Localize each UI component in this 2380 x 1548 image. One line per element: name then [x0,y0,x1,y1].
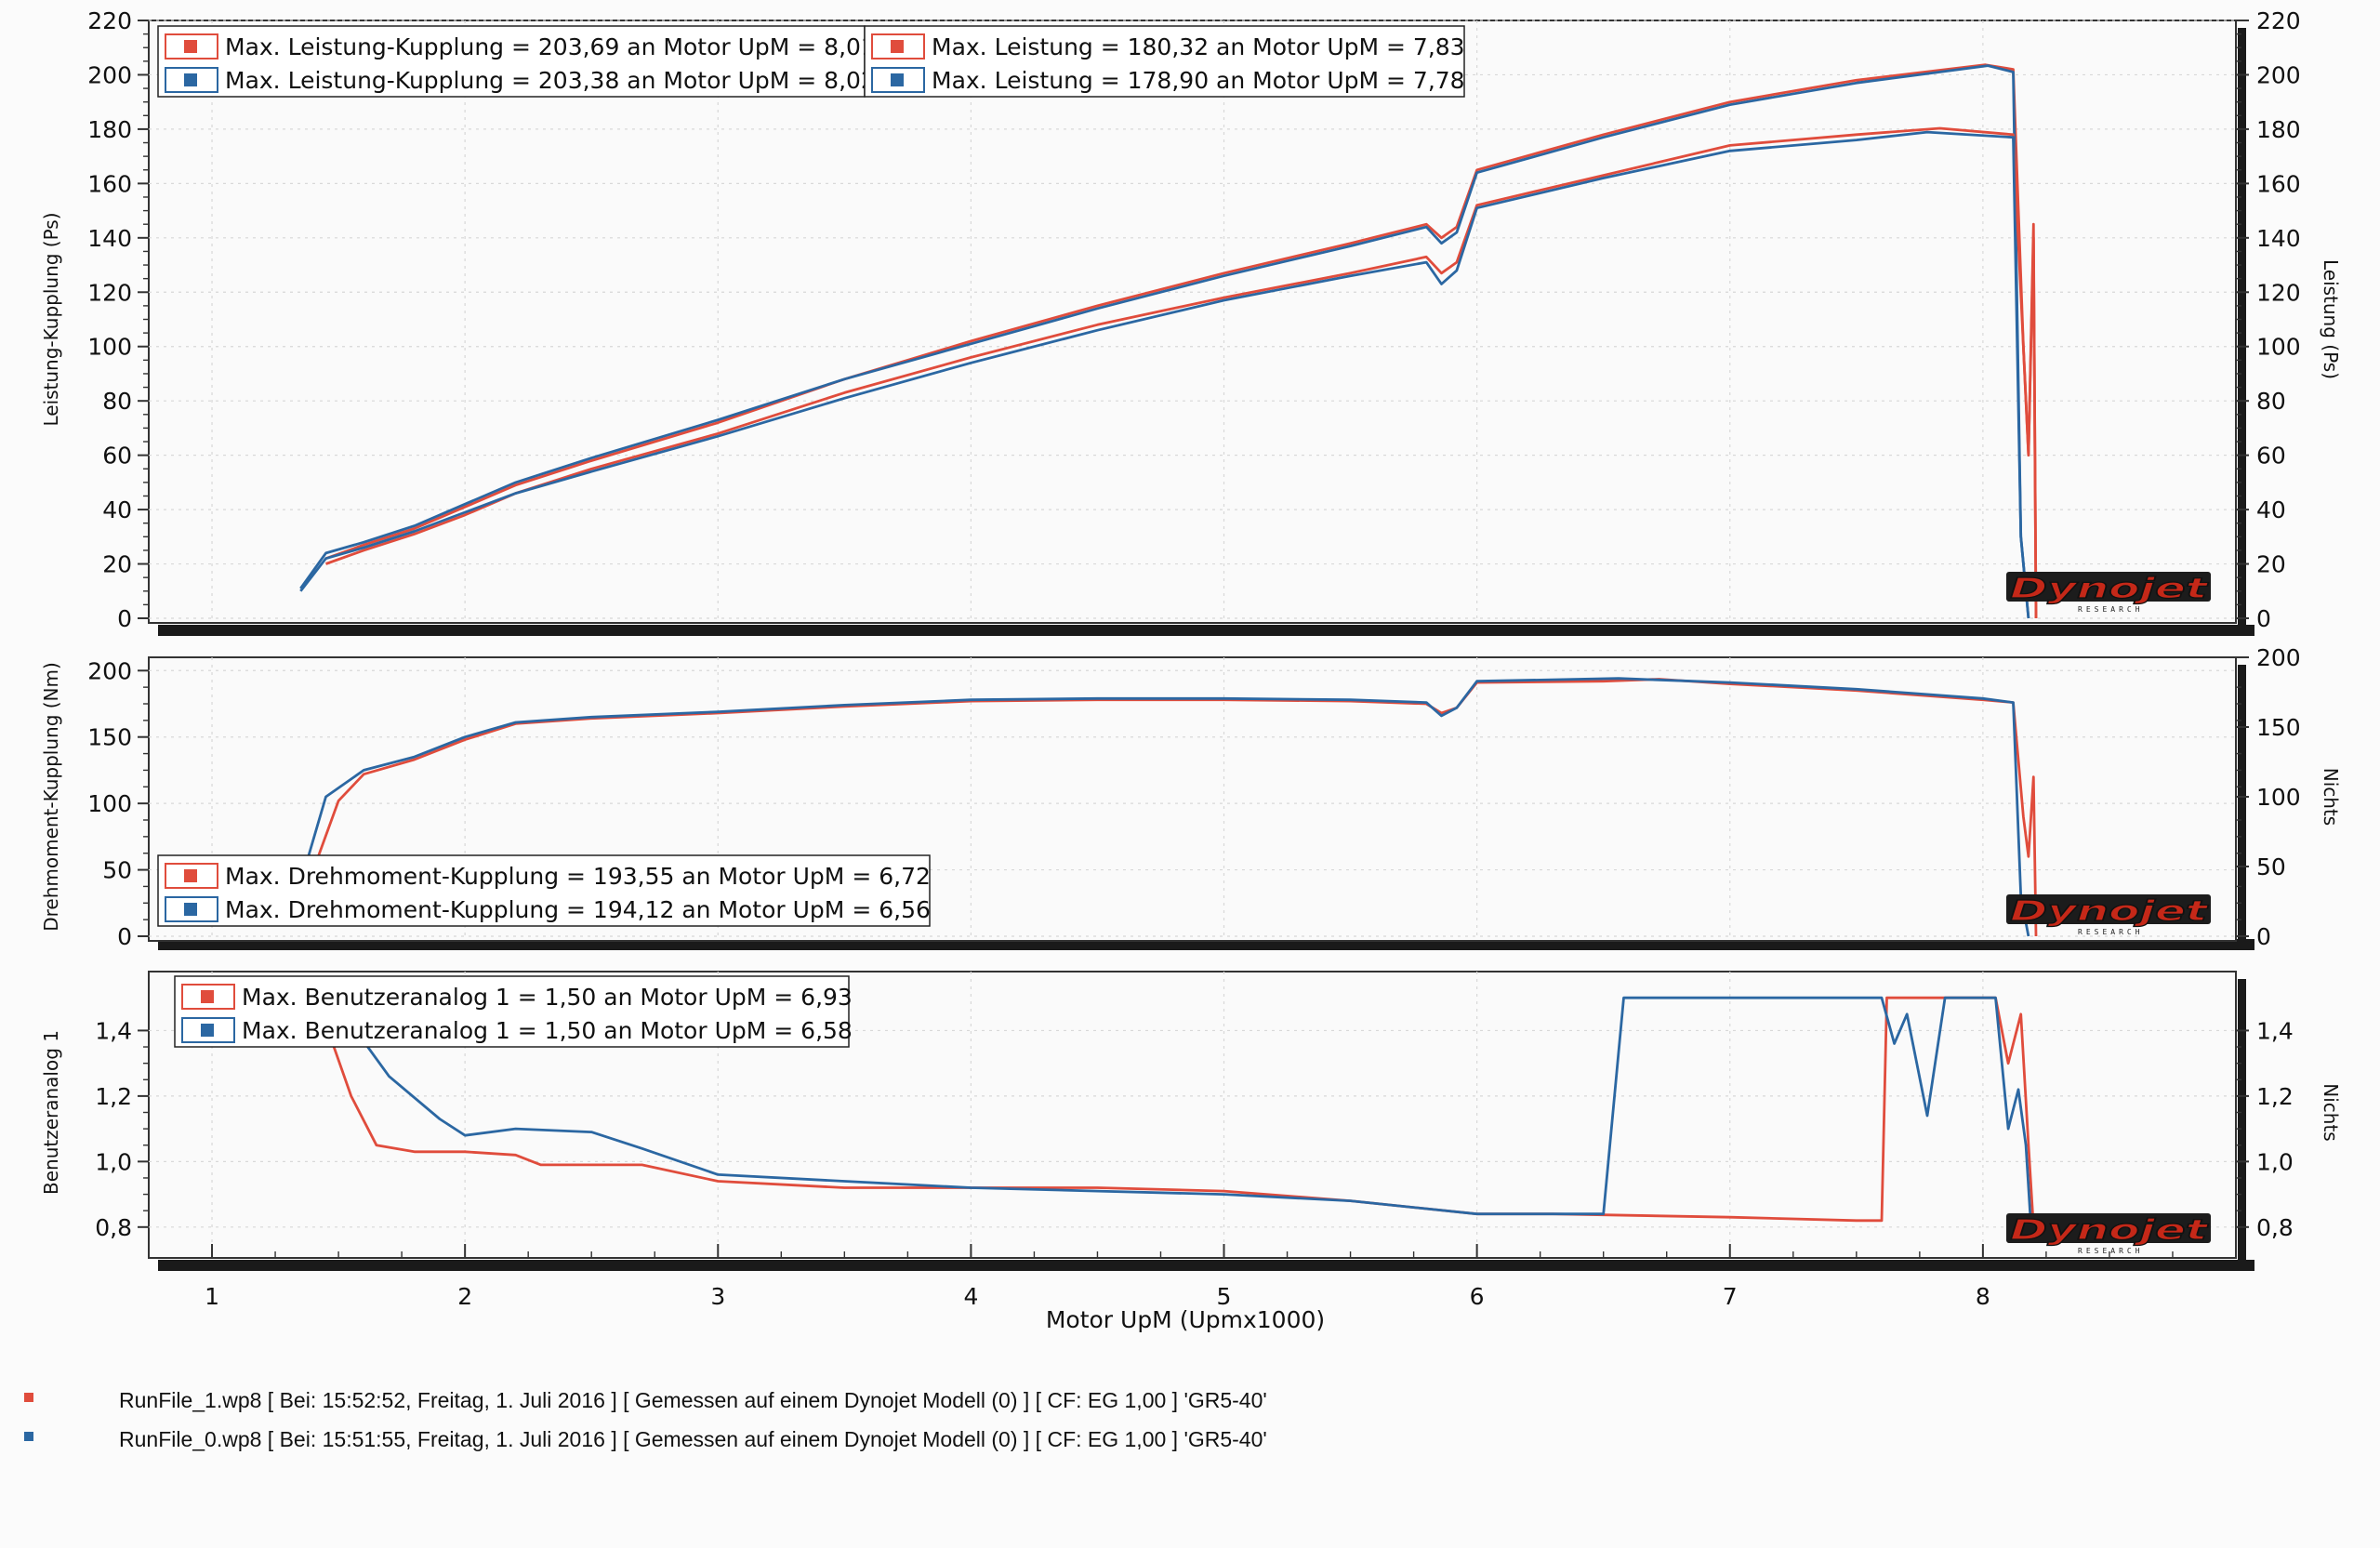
power-ytick-label-left: 60 [102,443,132,470]
torque-ytick-label-left: 50 [102,857,132,884]
torque-ylabel-right: Nichts [2320,768,2342,826]
torque-legend-swatch [184,869,197,882]
torque-panel-shadow-right [2238,665,2246,946]
analog-logo-text: Dynojet [2010,1214,2210,1247]
torque-legend-entry: Max. Drehmoment-Kupplung = 193,55 an Mot… [225,863,931,890]
power-panel-shadow-right [2238,28,2246,632]
power-ylabel-right: Leistung (Ps) [2320,259,2342,379]
torque-ytick-label-right: 0 [2256,923,2271,950]
power-legend-swatch [184,73,197,86]
power-ytick-label-right: 60 [2256,443,2286,470]
power-ytick-label-right: 80 [2256,388,2286,415]
analog-panel: 0,8 1,0 1,2 1,4 0,8 1,0 1,2 1,4 Benutzeranalog 1… [40,971,2342,1271]
analog-ytick-label-right: 1,0 [2256,1148,2294,1175]
run-file-list: RunFile_1.wp8 [ Bei: 15:52:52, Freitag, … [24,1388,1267,1451]
power-ytick-label-left: 140 [87,225,132,252]
power-ytick-label-left: 120 [87,279,132,306]
power-logo-text: Dynojet [2010,573,2210,605]
analog-legend-swatch [201,1024,214,1037]
power-ytick-label-left: 100 [87,334,132,361]
analog-ytick-label-left: 1,0 [95,1148,132,1175]
analog-ytick-label-right: 1,2 [2256,1083,2294,1110]
torque-panel: 0 50 100 150 200 0 50 100 150 200 Drehmoment-Kuppl… [40,644,2342,950]
x-tick-label: 8 [1976,1283,1990,1310]
torque-ytick-label-right: 200 [2256,644,2301,671]
x-tick-label: 3 [710,1283,725,1310]
power-ytick-label-right: 40 [2256,496,2286,523]
power-panel-frame [148,20,2237,624]
power-legend-entry: Max. Leistung-Kupplung = 203,69 an Motor… [225,33,876,60]
analog-legend-swatch [201,990,214,1003]
power-ytick-label-right: 220 [2256,7,2301,34]
power-ytick-label-left: 180 [87,116,132,143]
power-legend-entry: Max. Leistung-Kupplung = 203,38 an Motor… [225,67,876,94]
power-ytick-label-left: 0 [117,605,132,632]
power-ytick-label-right: 200 [2256,61,2301,88]
run-file-entry: RunFile_1.wp8 [ Bei: 15:52:52, Freitag, … [119,1388,1267,1412]
torque-logo-subtext: RESEARCH [2078,928,2144,936]
power-ylabel-left: Leistung-Kupplung (Ps) [40,212,62,426]
analog-ylabel-right: Nichts [2320,1083,2342,1141]
power-ytick-label-right: 120 [2256,279,2301,306]
power-panel: 0 20 40 60 80 100 120 140 160 180 200 220 0 20 40 60 80 1… [40,7,2342,636]
power-ytick-label-left: 160 [87,170,132,197]
power-ytick-label-right: 140 [2256,225,2301,252]
torque-ytick-label-right: 100 [2256,784,2301,811]
analog-legend-entry: Max. Benutzeranalog 1 = 1,50 an Motor Up… [242,1017,853,1044]
torque-legend-entry: Max. Drehmoment-Kupplung = 194,12 an Mot… [225,896,931,923]
power-ytick-label-left: 80 [102,388,132,415]
power-ytick-label-right: 100 [2256,334,2301,361]
power-ytick-label-right: 0 [2256,605,2271,632]
power-ytick-label-left: 220 [87,7,132,34]
analog-legend-entry: Max. Benutzeranalog 1 = 1,50 an Motor Up… [242,984,853,1011]
torque-ytick-label-left: 150 [87,724,132,751]
power-ytick-label-left: 40 [102,496,132,523]
x-tick-label: 4 [963,1283,978,1310]
analog-ytick-label-left: 0,8 [95,1214,132,1241]
run-color-marker [24,1393,33,1402]
torque-ytick-label-left: 100 [87,790,132,817]
analog-ytick-label-left: 1,4 [95,1017,132,1044]
torque-ylabel-left: Drehmoment-Kupplung (Nm) [40,662,62,932]
power-ytick-label-right: 180 [2256,116,2301,143]
power-ytick-label-right: 160 [2256,170,2301,197]
x-tick-label: 6 [1470,1283,1485,1310]
x-axis-title: Motor UpM (Upmx1000) [1046,1306,1325,1333]
x-tick-label: 7 [1723,1283,1738,1310]
torque-ytick-label-left: 0 [117,923,132,950]
torque-ytick-label-right: 50 [2256,853,2286,880]
analog-ytick-label-right: 1,4 [2256,1017,2294,1044]
torque-ytick-label-right: 150 [2256,714,2301,741]
power-panel-shadow-bottom [158,625,2254,636]
x-tick-label: 1 [205,1283,219,1310]
run-color-marker [24,1432,33,1441]
analog-ytick-label-left: 1,2 [95,1083,132,1110]
power-legend-entry: Max. Leistung = 180,32 an Motor UpM = 7,… [932,33,1465,60]
torque-legend-swatch [184,903,197,916]
torque-ytick-label-left: 200 [87,657,132,684]
power-logo-subtext: RESEARCH [2078,605,2144,614]
dyno-chart: 0204060801001201401601802002200204060801… [24,7,2342,1451]
power-legend-swatch [891,40,904,53]
power-legend-swatch [891,73,904,86]
analog-logo-subtext: RESEARCH [2078,1247,2144,1255]
analog-ylabel-left: Benutzeranalog 1 [40,1030,62,1195]
power-ytick-label-left: 200 [87,61,132,88]
power-legend-swatch [184,40,197,53]
analog-panel-shadow-right [2238,979,2246,1267]
torque-logo-text: Dynojet [2010,895,2210,928]
analog-ytick-label-right: 0,8 [2256,1214,2294,1241]
x-tick-label: 2 [457,1283,472,1310]
power-ytick-label-right: 20 [2256,551,2286,578]
run-file-entry: RunFile_0.wp8 [ Bei: 15:51:55, Freitag, … [119,1427,1267,1451]
power-ytick-label-left: 20 [102,551,132,578]
power-legend-entry: Max. Leistung = 178,90 an Motor UpM = 7,… [932,67,1465,94]
analog-panel-shadow-bottom [158,1260,2254,1271]
